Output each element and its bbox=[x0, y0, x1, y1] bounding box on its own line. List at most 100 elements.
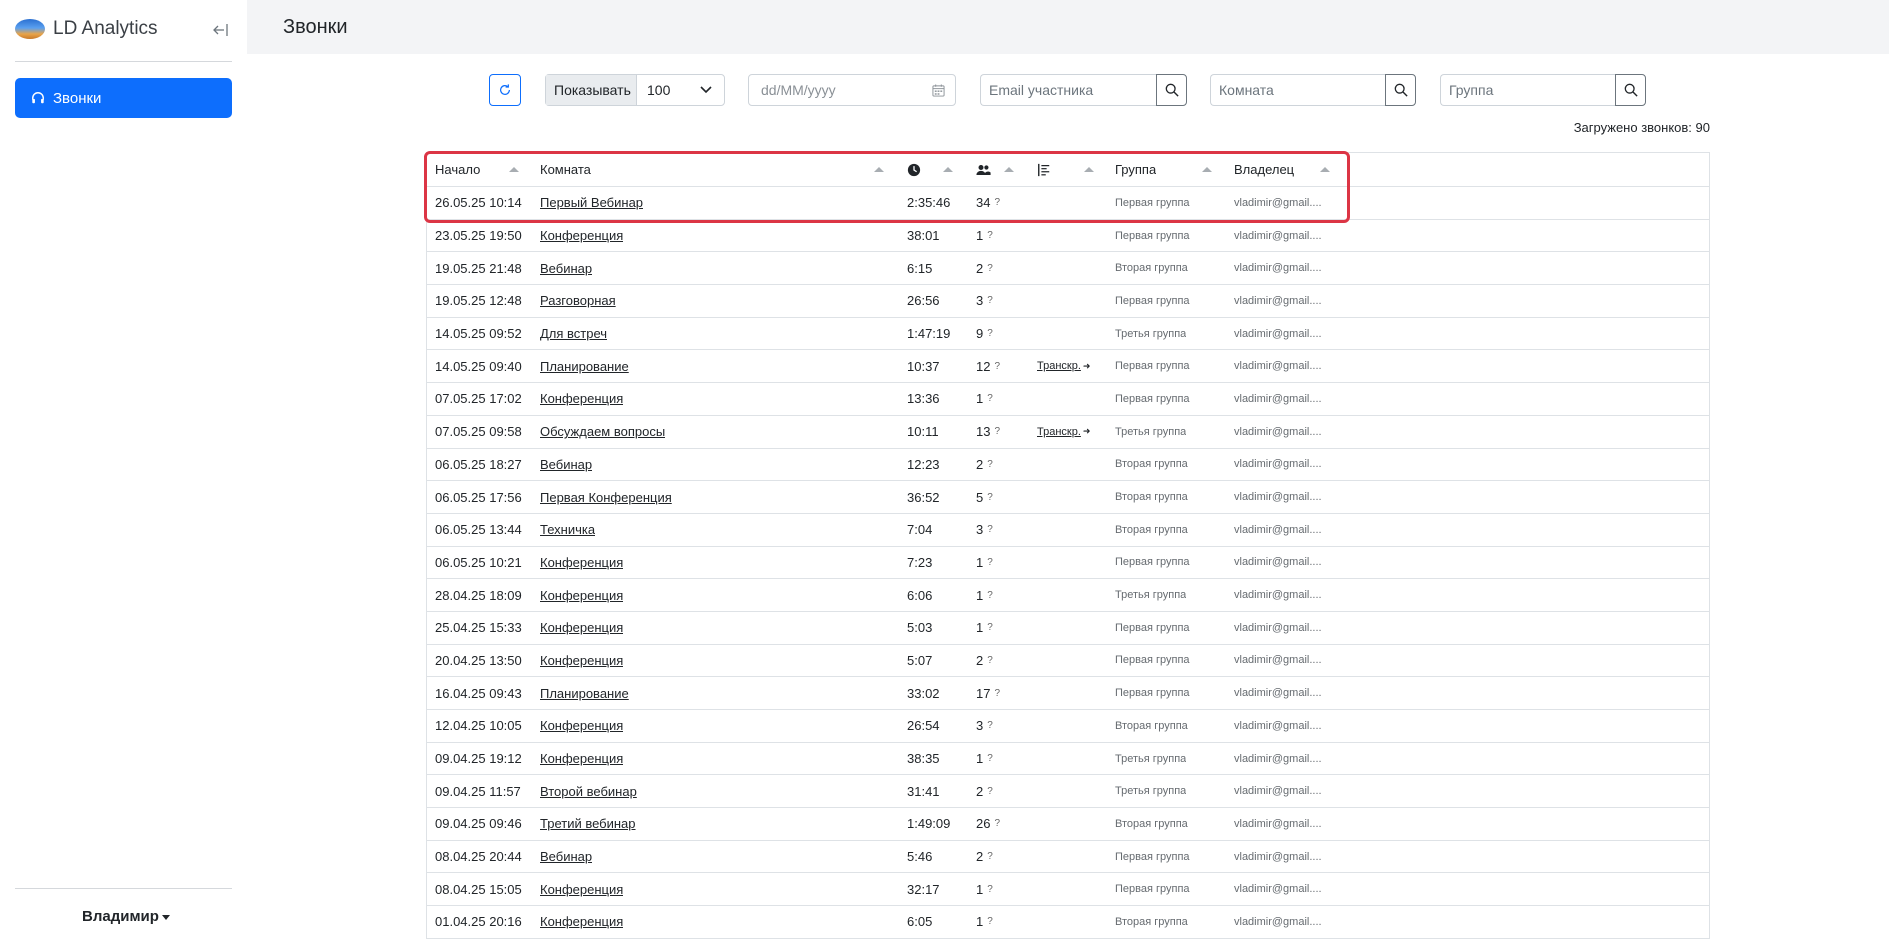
participants-help-icon[interactable]: ? bbox=[987, 720, 993, 731]
sidebar-item-calls[interactable]: Звонки bbox=[15, 78, 232, 118]
table-row[interactable]: 06.05.25 18:27 Вебинар 12:23 2? Вторая групп… bbox=[427, 449, 1709, 482]
participants-help-icon[interactable]: ? bbox=[987, 230, 993, 241]
room-link[interactable]: Обсуждаем вопросы bbox=[540, 424, 665, 439]
table-row[interactable]: 09.04.25 19:12 Конференция 38:35 1? Третья г… bbox=[427, 743, 1709, 776]
table-row[interactable]: 20.04.25 13:50 Конференция 5:07 2? Первая гр… bbox=[427, 645, 1709, 678]
table-row[interactable]: 19.05.25 12:48 Разговорная 26:56 3? Первая г… bbox=[427, 285, 1709, 318]
table-row[interactable]: 09.04.25 11:57 Второй вебинар 31:41 2? Треть… bbox=[427, 775, 1709, 809]
group-search-button[interactable] bbox=[1615, 74, 1646, 106]
participants-help-icon[interactable]: ? bbox=[987, 655, 993, 666]
participants-help-icon[interactable]: ? bbox=[987, 263, 993, 274]
room-link[interactable]: Техничка bbox=[540, 522, 595, 537]
table-row[interactable]: 01.04.25 20:16 Конференция 6:05 1? Вторая гр… bbox=[427, 906, 1709, 939]
room-link[interactable]: Вебинар bbox=[540, 261, 592, 276]
room-search-input[interactable]: Комната bbox=[1210, 74, 1385, 106]
participants-help-icon[interactable]: ? bbox=[987, 459, 993, 470]
participants-help-icon[interactable]: ? bbox=[987, 753, 993, 764]
table-row[interactable]: 08.04.25 20:44 Вебинар 5:46 2? Первая группа… bbox=[427, 841, 1709, 874]
table-row[interactable]: 25.04.25 15:33 Конференция 5:03 1? Первая гр… bbox=[427, 612, 1709, 645]
participants-count: 34 bbox=[976, 195, 991, 211]
participants-help-icon[interactable]: ? bbox=[987, 786, 993, 797]
room-link[interactable]: Конференция bbox=[540, 391, 623, 406]
room-link[interactable]: Конференция bbox=[540, 620, 623, 635]
participants-help-icon[interactable]: ? bbox=[994, 818, 1000, 829]
table-row[interactable]: 16.04.25 09:43 Планирование 33:02 17? Первая… bbox=[427, 677, 1709, 710]
sort-owner-icon[interactable] bbox=[1320, 167, 1330, 172]
sort-participants-icon[interactable] bbox=[1004, 167, 1014, 172]
participants-help-icon[interactable]: ? bbox=[987, 884, 993, 895]
room-link[interactable]: Конференция bbox=[540, 914, 623, 929]
table-row[interactable]: 08.04.25 15:05 Конференция 32:17 1? Первая г… bbox=[427, 873, 1709, 907]
room-search-button[interactable] bbox=[1385, 74, 1416, 106]
transcript-link[interactable]: Транскр. bbox=[1037, 426, 1081, 438]
room-link[interactable]: Конференция bbox=[540, 588, 623, 603]
participants-help-icon[interactable]: ? bbox=[987, 295, 993, 306]
participants-help-icon[interactable]: ? bbox=[994, 197, 1000, 208]
brand[interactable]: LD Analytics bbox=[15, 18, 158, 40]
cell-participants: 2? bbox=[976, 775, 993, 807]
user-menu[interactable]: Владимир bbox=[82, 908, 170, 925]
participants-help-icon[interactable]: ? bbox=[994, 688, 1000, 699]
sort-room-icon[interactable] bbox=[874, 167, 884, 172]
room-link[interactable]: Конференция bbox=[540, 653, 623, 668]
collapse-sidebar-icon[interactable] bbox=[212, 22, 228, 38]
room-link[interactable]: Вебинар bbox=[540, 849, 592, 864]
table-row[interactable]: 07.05.25 09:58 Обсуждаем вопросы 10:11 13? Т… bbox=[427, 416, 1709, 449]
email-search-input[interactable]: Email участника bbox=[980, 74, 1156, 106]
room-link[interactable]: Для встреч bbox=[540, 326, 607, 341]
participants-help-icon[interactable]: ? bbox=[987, 916, 993, 927]
cell-owner: vladimir@gmail.... bbox=[1234, 654, 1322, 667]
participants-help-icon[interactable]: ? bbox=[994, 426, 1000, 437]
group-search-input[interactable]: Группа bbox=[1440, 74, 1615, 106]
table-row[interactable]: 28.04.25 18:09 Конференция 6:06 1? Третья гр… bbox=[427, 579, 1709, 612]
table-row[interactable]: 12.04.25 10:05 Конференция 26:54 3? Вторая г… bbox=[427, 710, 1709, 743]
room-search-group: Комната bbox=[1210, 74, 1416, 106]
room-link[interactable]: Конференция bbox=[540, 555, 623, 570]
room-link[interactable]: Конференция bbox=[540, 751, 623, 766]
refresh-button[interactable] bbox=[489, 74, 521, 106]
room-link[interactable]: Второй вебинар bbox=[540, 784, 637, 799]
table-row[interactable]: 06.05.25 13:44 Техничка 7:04 3? Вторая групп… bbox=[427, 514, 1709, 547]
cell-duration: 5:03 bbox=[907, 620, 933, 636]
room-link[interactable]: Первая Конференция bbox=[540, 490, 672, 505]
table-row[interactable]: 14.05.25 09:52 Для встреч 1:47:19 9? Третья … bbox=[427, 318, 1709, 351]
room-link[interactable]: Конференция bbox=[540, 718, 623, 733]
room-link[interactable]: Конференция bbox=[540, 228, 623, 243]
table-row[interactable]: 26.05.25 10:14 Первый Вебинар 2:35:46 34? Пе… bbox=[427, 187, 1709, 220]
room-link[interactable]: Третий вебинар bbox=[540, 816, 636, 831]
participants-help-icon[interactable]: ? bbox=[987, 622, 993, 633]
table-row[interactable]: 07.05.25 17:02 Конференция 13:36 1? Первая г… bbox=[427, 383, 1709, 416]
room-link[interactable]: Планирование bbox=[540, 686, 629, 701]
sort-start-icon[interactable] bbox=[509, 167, 519, 172]
table-row[interactable]: 23.05.25 19:50 Конференция 38:01 1? Первая г… bbox=[427, 220, 1709, 253]
participants-help-icon[interactable]: ? bbox=[987, 557, 993, 568]
participants-help-icon[interactable]: ? bbox=[994, 361, 1000, 372]
sort-group-icon[interactable] bbox=[1202, 167, 1212, 172]
calendar-icon bbox=[932, 83, 945, 97]
sort-transcript-icon[interactable] bbox=[1084, 167, 1094, 172]
room-link[interactable]: Разговорная bbox=[540, 293, 616, 308]
table-row[interactable]: 09.04.25 09:46 Третий вебинар 1:49:09 26? Вт… bbox=[427, 808, 1709, 841]
participants-help-icon[interactable]: ? bbox=[987, 393, 993, 404]
room-link[interactable]: Планирование bbox=[540, 359, 629, 374]
table-row[interactable]: 19.05.25 21:48 Вебинар 6:15 2? Вторая группа… bbox=[427, 252, 1709, 286]
table-row[interactable]: 06.05.25 17:56 Первая Конференция 36:52 5? В… bbox=[427, 481, 1709, 514]
table-row[interactable]: 14.05.25 09:40 Планирование 10:37 12? Транск… bbox=[427, 350, 1709, 384]
cell-room: Для встреч bbox=[540, 318, 607, 350]
participants-help-icon[interactable]: ? bbox=[987, 590, 993, 601]
date-input[interactable]: dd/MM/yyyy bbox=[748, 74, 956, 106]
cell-start: 19.05.25 12:48 bbox=[435, 293, 522, 309]
transcript-link[interactable]: Транскр. bbox=[1037, 360, 1081, 372]
room-link[interactable]: Первый Вебинар bbox=[540, 195, 643, 210]
sort-duration-icon[interactable] bbox=[943, 167, 953, 172]
participants-help-icon[interactable]: ? bbox=[987, 524, 993, 535]
participants-help-icon[interactable]: ? bbox=[987, 328, 993, 339]
participants-help-icon[interactable]: ? bbox=[987, 851, 993, 862]
table-row[interactable]: 06.05.25 10:21 Конференция 7:23 1? Первая гр… bbox=[427, 547, 1709, 580]
email-search-button[interactable] bbox=[1156, 74, 1187, 106]
room-link[interactable]: Вебинар bbox=[540, 457, 592, 472]
room-link[interactable]: Конференция bbox=[540, 882, 623, 897]
participants-help-icon[interactable]: ? bbox=[987, 492, 993, 503]
cell-owner: vladimir@gmail.... bbox=[1234, 915, 1322, 928]
page-size-select[interactable]: 100 bbox=[637, 75, 724, 105]
